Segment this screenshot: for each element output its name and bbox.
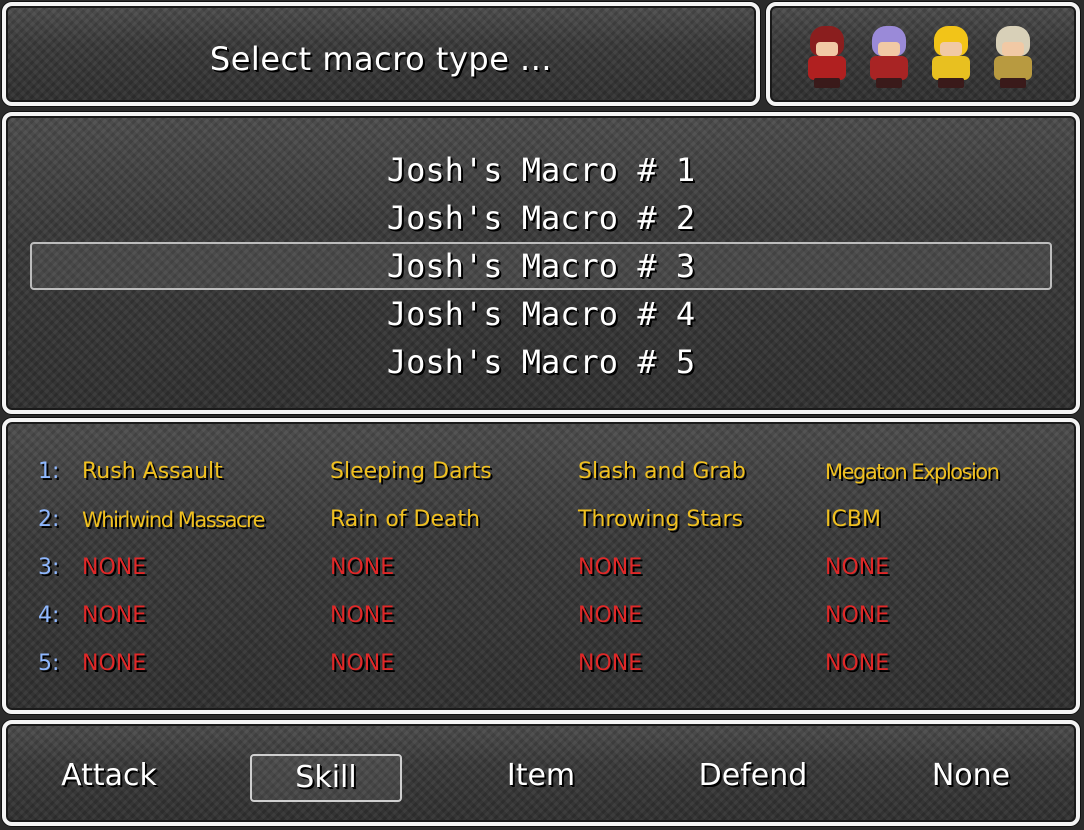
empty-skill-cell: NONE — [82, 651, 147, 676]
macro-detail-window: 1: Rush Assault Sleeping Darts Slash and… — [2, 418, 1080, 714]
item-command[interactable]: Item — [466, 754, 616, 802]
title-window: Select macro type ... — [2, 2, 760, 106]
party-sprites — [798, 20, 1042, 90]
empty-skill-cell: NONE — [825, 555, 890, 580]
macro-list-window: Josh's Macro # 1 Josh's Macro # 2 Josh's… — [2, 112, 1080, 414]
skill-cell: Megaton Explosion — [825, 460, 1000, 484]
skill-cell: Rush Assault — [82, 459, 223, 484]
macro-item-4[interactable]: Josh's Macro # 4 — [30, 290, 1052, 338]
macro-list: Josh's Macro # 1 Josh's Macro # 2 Josh's… — [6, 146, 1076, 386]
empty-skill-cell: NONE — [825, 651, 890, 676]
skill-cell: Whirlwind Massacre — [82, 508, 266, 532]
party-member-3-sprite-icon — [922, 20, 980, 90]
party-window — [766, 2, 1080, 106]
skill-cell: Slash and Grab — [578, 459, 746, 484]
window-title: Select macro type ... — [209, 40, 553, 78]
detail-row-1: 1: Rush Assault Sleeping Darts Slash and… — [30, 448, 1050, 496]
command-window: Attack Skill Item Defend None — [2, 720, 1080, 826]
empty-skill-cell: NONE — [82, 603, 147, 628]
skill-cell: Sleeping Darts — [330, 459, 492, 484]
skill-cell: ICBM — [825, 507, 881, 532]
skill-command-selected[interactable]: Skill — [250, 754, 402, 802]
macro-item-1[interactable]: Josh's Macro # 1 — [30, 146, 1052, 194]
macro-item-3-selected[interactable]: Josh's Macro # 3 — [30, 242, 1052, 290]
skill-cell: Throwing Stars — [578, 507, 743, 532]
macro-item-2[interactable]: Josh's Macro # 2 — [30, 194, 1052, 242]
row-number: 2: — [38, 507, 60, 532]
party-member-4-sprite-icon — [984, 20, 1042, 90]
empty-skill-cell: NONE — [578, 603, 643, 628]
party-member-1-sprite-icon — [798, 20, 856, 90]
detail-row-2: 2: Whirlwind Massacre Rain of Death Thro… — [30, 496, 1050, 544]
detail-row-4: 4: NONE NONE NONE NONE — [30, 592, 1050, 640]
attack-command[interactable]: Attack — [34, 754, 184, 802]
party-member-2-sprite-icon — [860, 20, 918, 90]
skill-cell: Rain of Death — [330, 507, 481, 532]
detail-row-5: 5: NONE NONE NONE NONE — [30, 640, 1050, 688]
empty-skill-cell: NONE — [825, 603, 890, 628]
macro-detail-grid: 1: Rush Assault Sleeping Darts Slash and… — [30, 448, 1050, 688]
row-number: 3: — [38, 555, 60, 580]
empty-skill-cell: NONE — [578, 555, 643, 580]
empty-skill-cell: NONE — [578, 651, 643, 676]
empty-skill-cell: NONE — [82, 555, 147, 580]
detail-row-3: 3: NONE NONE NONE NONE — [30, 544, 1050, 592]
macro-item-5[interactable]: Josh's Macro # 5 — [30, 338, 1052, 386]
empty-skill-cell: NONE — [330, 555, 395, 580]
row-number: 4: — [38, 603, 60, 628]
empty-skill-cell: NONE — [330, 651, 395, 676]
row-number: 5: — [38, 651, 60, 676]
defend-command[interactable]: Defend — [678, 754, 828, 802]
empty-skill-cell: NONE — [330, 603, 395, 628]
row-number: 1: — [38, 459, 60, 484]
none-command[interactable]: None — [896, 754, 1046, 802]
